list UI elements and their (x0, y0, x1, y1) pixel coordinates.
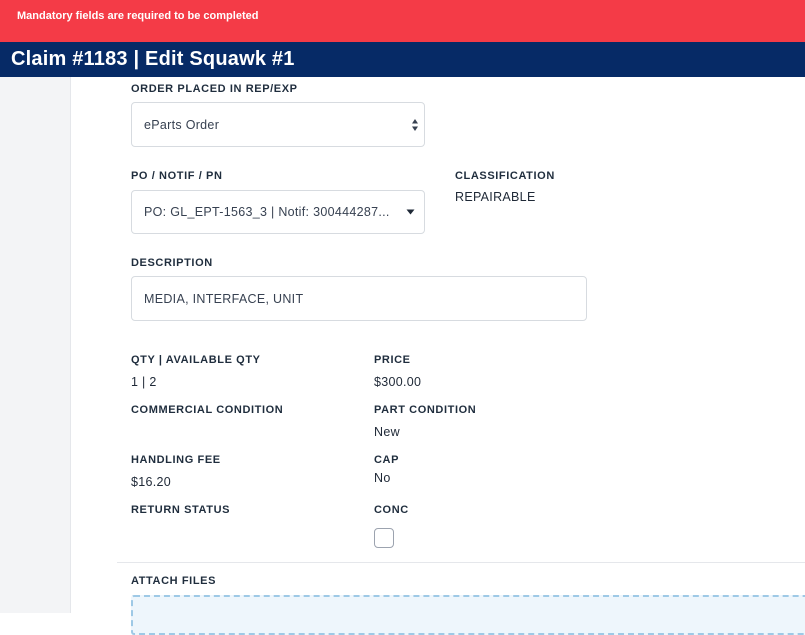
handling-fee-value: $16.20 (131, 475, 172, 489)
price-value: $300.00 (374, 375, 422, 389)
po-notif-pn-label: PO / NOTIF / PN (131, 170, 223, 182)
description-label: DESCRIPTION (131, 257, 213, 269)
po-notif-pn-select[interactable]: PO: GL_EPT-1563_3 | Notif: 300444287... (131, 190, 425, 234)
validation-alert-banner: Mandatory fields are required to be comp… (0, 0, 805, 42)
po-notif-pn-select-value: PO: GL_EPT-1563_3 | Notif: 300444287... (144, 205, 390, 219)
cap-value: No (374, 471, 391, 485)
return-status-label: RETURN STATUS (131, 504, 231, 516)
page-title: Claim #1183 | Edit Squawk #1 (11, 48, 295, 70)
caret-down-icon (406, 209, 415, 215)
attach-files-dropzone[interactable] (131, 595, 805, 635)
page-title-bar: Claim #1183 | Edit Squawk #1 (0, 42, 805, 77)
section-divider (117, 562, 805, 563)
handling-fee-label: HANDLING FEE (131, 454, 221, 466)
price-label: PRICE (374, 354, 411, 366)
conc-label: CONC (374, 504, 409, 516)
classification-label: CLASSIFICATION (455, 170, 555, 182)
classification-value: REPAIRABLE (455, 190, 536, 204)
order-placed-select-value: eParts Order (144, 117, 220, 132)
part-condition-value: New (374, 425, 400, 439)
left-sidebar-rail (0, 77, 71, 613)
order-placed-select[interactable]: eParts Order (131, 102, 425, 147)
cap-label: CAP (374, 454, 400, 466)
conc-checkbox[interactable] (374, 528, 394, 548)
commercial-condition-label: COMMERCIAL CONDITION (131, 404, 284, 416)
order-placed-label: ORDER PLACED IN REP/EXP (131, 83, 298, 95)
description-input-value: MEDIA, INTERFACE, UNIT (144, 291, 304, 306)
attach-files-label: ATTACH FILES (131, 575, 217, 587)
description-input[interactable]: MEDIA, INTERFACE, UNIT (131, 276, 587, 321)
qty-label: QTY | AVAILABLE QTY (131, 354, 261, 366)
validation-alert-message: Mandatory fields are required to be comp… (17, 10, 259, 22)
qty-value: 1 | 2 (131, 375, 157, 389)
sort-arrows-icon (412, 118, 418, 131)
part-condition-label: PART CONDITION (374, 404, 477, 416)
